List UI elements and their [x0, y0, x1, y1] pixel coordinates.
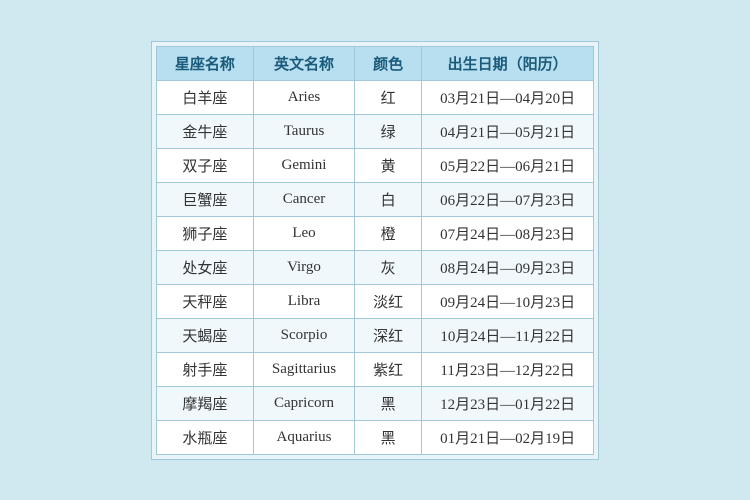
cell-english-name: Sagittarius [253, 352, 354, 386]
cell-english-name: Taurus [253, 114, 354, 148]
cell-color: 黑 [355, 386, 422, 420]
cell-dates: 12月23日—01月22日 [422, 386, 594, 420]
cell-chinese-name: 巨蟹座 [156, 182, 253, 216]
cell-color: 紫红 [355, 352, 422, 386]
cell-english-name: Scorpio [253, 318, 354, 352]
cell-dates: 10月24日—11月22日 [422, 318, 594, 352]
cell-color: 黑 [355, 420, 422, 454]
col-header-dates: 出生日期（阳历） [422, 46, 594, 80]
cell-english-name: Aries [253, 80, 354, 114]
cell-chinese-name: 射手座 [156, 352, 253, 386]
cell-chinese-name: 狮子座 [156, 216, 253, 250]
cell-chinese-name: 双子座 [156, 148, 253, 182]
cell-color: 深红 [355, 318, 422, 352]
cell-english-name: Libra [253, 284, 354, 318]
table-row: 天蝎座Scorpio深红10月24日—11月22日 [156, 318, 593, 352]
table-row: 巨蟹座Cancer白06月22日—07月23日 [156, 182, 593, 216]
cell-chinese-name: 白羊座 [156, 80, 253, 114]
zodiac-table-container: 星座名称 英文名称 颜色 出生日期（阳历） 白羊座Aries红03月21日—04… [151, 41, 599, 460]
cell-chinese-name: 处女座 [156, 250, 253, 284]
table-row: 双子座Gemini黄05月22日—06月21日 [156, 148, 593, 182]
table-row: 摩羯座Capricorn黑12月23日—01月22日 [156, 386, 593, 420]
cell-color: 绿 [355, 114, 422, 148]
cell-dates: 04月21日—05月21日 [422, 114, 594, 148]
cell-english-name: Gemini [253, 148, 354, 182]
col-header-color: 颜色 [355, 46, 422, 80]
cell-dates: 09月24日—10月23日 [422, 284, 594, 318]
table-row: 天秤座Libra淡红09月24日—10月23日 [156, 284, 593, 318]
cell-dates: 08月24日—09月23日 [422, 250, 594, 284]
cell-chinese-name: 天秤座 [156, 284, 253, 318]
cell-chinese-name: 摩羯座 [156, 386, 253, 420]
cell-dates: 01月21日—02月19日 [422, 420, 594, 454]
cell-chinese-name: 天蝎座 [156, 318, 253, 352]
table-row: 处女座Virgo灰08月24日—09月23日 [156, 250, 593, 284]
col-header-english: 英文名称 [253, 46, 354, 80]
table-row: 白羊座Aries红03月21日—04月20日 [156, 80, 593, 114]
cell-english-name: Cancer [253, 182, 354, 216]
cell-color: 白 [355, 182, 422, 216]
cell-color: 黄 [355, 148, 422, 182]
cell-dates: 11月23日—12月22日 [422, 352, 594, 386]
zodiac-table: 星座名称 英文名称 颜色 出生日期（阳历） 白羊座Aries红03月21日—04… [156, 46, 594, 455]
table-row: 射手座Sagittarius紫红11月23日—12月22日 [156, 352, 593, 386]
cell-english-name: Capricorn [253, 386, 354, 420]
cell-dates: 05月22日—06月21日 [422, 148, 594, 182]
cell-dates: 06月22日—07月23日 [422, 182, 594, 216]
table-row: 狮子座Leo橙07月24日—08月23日 [156, 216, 593, 250]
cell-chinese-name: 金牛座 [156, 114, 253, 148]
cell-color: 红 [355, 80, 422, 114]
cell-english-name: Virgo [253, 250, 354, 284]
table-row: 水瓶座Aquarius黑01月21日—02月19日 [156, 420, 593, 454]
cell-color: 灰 [355, 250, 422, 284]
cell-color: 橙 [355, 216, 422, 250]
cell-dates: 07月24日—08月23日 [422, 216, 594, 250]
col-header-chinese: 星座名称 [156, 46, 253, 80]
cell-english-name: Aquarius [253, 420, 354, 454]
cell-dates: 03月21日—04月20日 [422, 80, 594, 114]
table-row: 金牛座Taurus绿04月21日—05月21日 [156, 114, 593, 148]
cell-english-name: Leo [253, 216, 354, 250]
cell-color: 淡红 [355, 284, 422, 318]
table-header-row: 星座名称 英文名称 颜色 出生日期（阳历） [156, 46, 593, 80]
cell-chinese-name: 水瓶座 [156, 420, 253, 454]
